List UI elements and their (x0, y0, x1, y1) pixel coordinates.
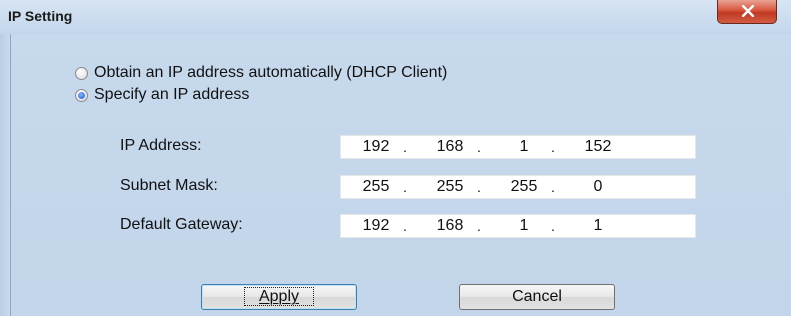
ip-octet-3[interactable]: 1 (501, 138, 547, 156)
mask-octet-1[interactable]: 255 (353, 178, 399, 196)
octet-separator: . (477, 218, 481, 234)
radio-dhcp-label: Obtain an IP address automatically (DHCP… (94, 64, 448, 81)
close-button[interactable] (717, 0, 777, 24)
dialog-body: Obtain an IP address automatically (DHCP… (11, 34, 791, 316)
ip-octet-4[interactable]: 152 (575, 138, 621, 156)
radio-dhcp[interactable]: Obtain an IP address automatically (DHCP… (75, 64, 447, 82)
radio-dhcp-button[interactable] (75, 66, 88, 80)
octet-separator: . (403, 139, 407, 155)
window-title: IP Setting (8, 8, 73, 24)
window-frame (0, 34, 11, 316)
octet-separator: . (477, 179, 481, 195)
subnet-mask-label: Subnet Mask: (120, 177, 218, 194)
radio-static[interactable]: Specify an IP address (75, 86, 249, 104)
ip-address-input[interactable]: 192 . 168 . 1 . 152 (340, 135, 696, 159)
octet-separator: . (403, 179, 407, 195)
mask-octet-3[interactable]: 255 (501, 178, 547, 196)
gateway-octet-2[interactable]: 168 (427, 217, 473, 235)
apply-button-label: Apply (243, 287, 315, 306)
title-bar[interactable]: IP Setting (0, 0, 791, 34)
cancel-button[interactable]: Cancel (459, 284, 615, 310)
close-icon (742, 5, 754, 17)
ip-address-label: IP Address: (120, 137, 202, 154)
octet-separator: . (403, 218, 407, 234)
ip-setting-dialog: IP Setting Obtain an IP address automati… (0, 0, 791, 316)
ip-octet-1[interactable]: 192 (353, 138, 399, 156)
mask-octet-4[interactable]: 0 (575, 178, 621, 196)
octet-separator: . (477, 139, 481, 155)
default-gateway-label: Default Gateway: (120, 216, 243, 233)
gateway-octet-1[interactable]: 192 (353, 217, 399, 235)
subnet-mask-input[interactable]: 255 . 255 . 255 . 0 (340, 175, 696, 199)
ip-octet-2[interactable]: 168 (427, 138, 473, 156)
octet-separator: . (551, 179, 555, 195)
octet-separator: . (551, 218, 555, 234)
radio-static-button[interactable] (75, 88, 88, 102)
radio-static-label: Specify an IP address (94, 86, 250, 103)
gateway-octet-3[interactable]: 1 (501, 217, 547, 235)
gateway-octet-4[interactable]: 1 (575, 217, 621, 235)
octet-separator: . (551, 139, 555, 155)
cancel-button-label: Cancel (512, 288, 562, 305)
mask-octet-2[interactable]: 255 (427, 178, 473, 196)
apply-button[interactable]: Apply (201, 284, 357, 310)
default-gateway-input[interactable]: 192 . 168 . 1 . 1 (340, 214, 696, 238)
